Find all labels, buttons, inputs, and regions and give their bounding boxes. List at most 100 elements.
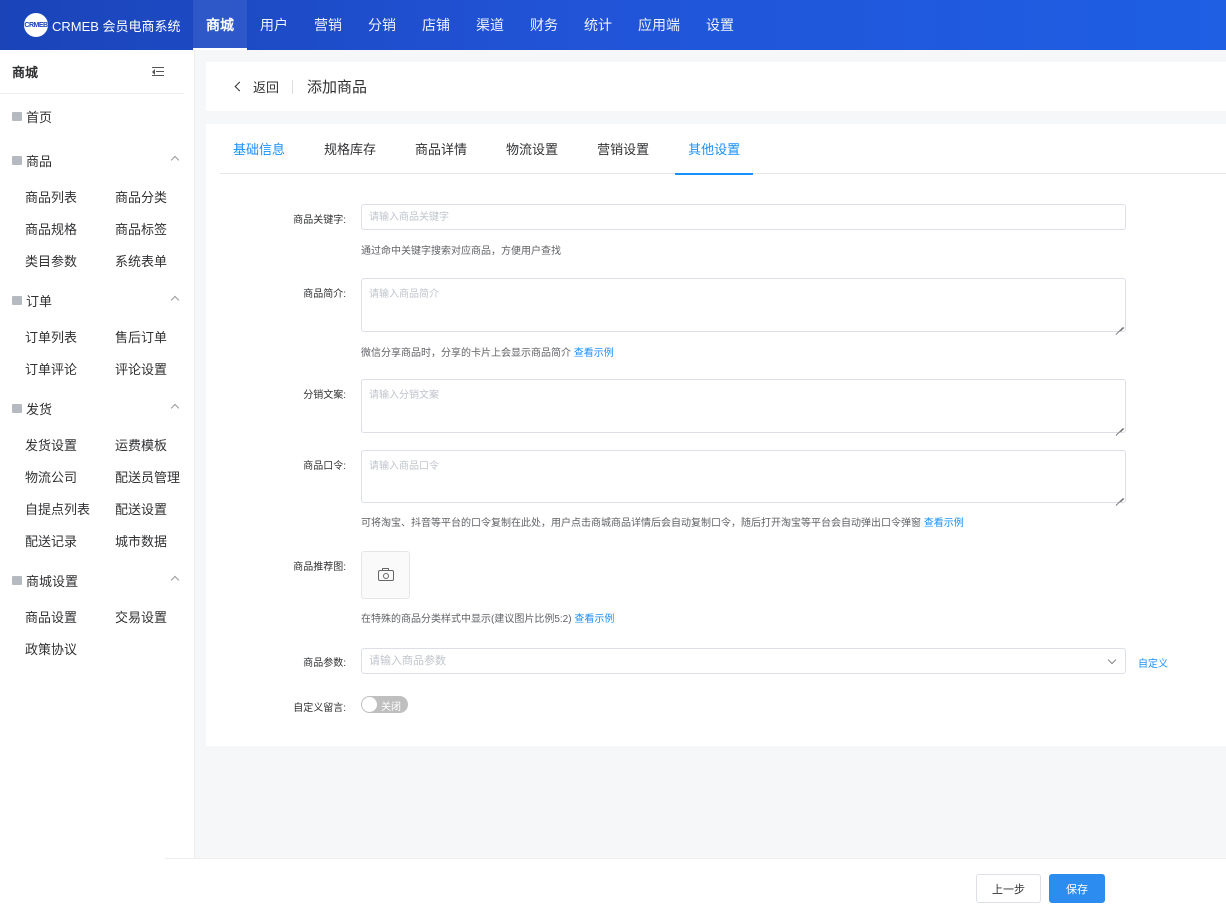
sidebar-item[interactable]: 商品设置 [25, 602, 115, 634]
sidebar-group: 发货 发货设置 运费模板 物流公司 配送员管理 自提点列表 配送设置 配送记录 城市数据 [0, 386, 194, 558]
command-example-link[interactable]: 查看示例 [924, 518, 964, 529]
sidebar-title: 商城 [12, 65, 39, 80]
chevron-up-icon [170, 295, 180, 305]
header-divider [292, 79, 294, 94]
top-navbar: CRMEB CRMEB 会员电商系统 商城 用户 营销 分销 店铺 渠道 财务 统计 应用端 设置 [0, 0, 1226, 50]
form-tab[interactable]: 物流设置 [493, 124, 571, 174]
keyword-input[interactable] [361, 204, 1126, 230]
brand-name: CRMEB 会员电商系统 [52, 18, 181, 34]
chevron-left-icon [234, 81, 245, 92]
image-upload-button[interactable] [361, 551, 410, 599]
command-textarea[interactable] [361, 450, 1126, 503]
top-nav-item[interactable]: 应用端 [625, 0, 693, 50]
command-hint: 可将淘宝、抖音等平台的口令复制在此处，用户点击商城商品详情后会自动复制口令，随后… [361, 518, 964, 529]
intro-textarea[interactable] [361, 278, 1126, 332]
sidebar-item[interactable]: 城市数据 [115, 526, 205, 558]
top-nav-item[interactable]: 分销 [355, 0, 409, 50]
custom-message-switch[interactable]: 关闭 [361, 696, 408, 713]
home-icon [12, 111, 22, 121]
top-nav-item[interactable]: 店铺 [409, 0, 463, 50]
sidebar-group-header[interactable]: 订单 [12, 278, 194, 322]
back-button[interactable]: 返回 [234, 77, 279, 96]
custom-params-link[interactable]: 自定义 [1138, 655, 1168, 670]
share-copy-textarea[interactable] [361, 379, 1126, 433]
sidebar-group: 商品 商品列表 商品分类 商品规格 商品标签 类目参数 系统表单 [0, 138, 194, 278]
sidebar-item[interactable]: 订单列表 [25, 322, 115, 354]
crmeb-logo-icon: CRMEB [24, 13, 48, 37]
sidebar-item[interactable]: 类目参数 [25, 246, 115, 278]
sidebar-item[interactable]: 系统表单 [115, 246, 205, 278]
intro-hint: 微信分享商品时，分享的卡片上会显示商品简介 查看示例 [361, 348, 614, 359]
sidebar-item[interactable]: 订单评论 [25, 354, 115, 386]
recommend-image-example-link[interactable]: 查看示例 [574, 614, 614, 625]
form-tab[interactable]: 规格库存 [311, 124, 389, 174]
intro-example-link[interactable]: 查看示例 [574, 348, 614, 359]
share-copy-label: 分销文案: [303, 390, 346, 401]
switch-text: 关闭 [381, 702, 401, 713]
page-title: 添加商品 [307, 79, 368, 96]
prev-step-button[interactable]: 上一步 [976, 874, 1041, 903]
sidebar-item[interactable]: 政策协议 [25, 634, 115, 666]
form-tab[interactable]: 营销设置 [584, 124, 662, 174]
sidebar-item[interactable]: 交易设置 [115, 602, 205, 634]
top-nav-item[interactable]: 营销 [301, 0, 355, 50]
params-label: 商品参数: [303, 658, 346, 669]
menu-collapse-icon[interactable] [152, 66, 164, 77]
sidebar-item[interactable]: 商品列表 [25, 182, 115, 214]
menu-group-icon [12, 155, 22, 165]
params-select-placeholder: 请输入商品参数 [369, 655, 446, 667]
top-nav-item[interactable]: 商城 [193, 0, 247, 50]
params-select[interactable]: 请输入商品参数 [361, 648, 1126, 674]
form-tab[interactable]: 商品详情 [402, 124, 480, 174]
sidebar-group-header[interactable]: 商城设置 [12, 558, 194, 602]
intro-label: 商品简介: [303, 289, 346, 300]
menu-group-icon [12, 403, 22, 413]
sidebar-item[interactable]: 自提点列表 [25, 494, 115, 526]
chevron-up-icon [170, 403, 180, 413]
sidebar-item[interactable]: 物流公司 [25, 462, 115, 494]
keyword-hint: 通过命中关键字搜索对应商品，方便用户查找 [361, 246, 561, 257]
sidebar-item[interactable]: 评论设置 [115, 354, 205, 386]
sidebar-group: 订单 订单列表 售后订单 订单评论 评论设置 [0, 278, 194, 386]
sidebar-item[interactable]: 商品标签 [115, 214, 205, 246]
form-tab[interactable]: 其他设置 [675, 124, 754, 175]
top-nav-item[interactable]: 财务 [517, 0, 571, 50]
sidebar-item[interactable]: 发货设置 [25, 430, 115, 462]
switch-knob [362, 697, 377, 712]
custom-message-label: 自定义留言: [293, 703, 346, 714]
chevron-down-icon [1107, 655, 1117, 665]
sidebar-item[interactable]: 售后订单 [115, 322, 205, 354]
sidebar-item[interactable]: 运费模板 [115, 430, 205, 462]
sidebar-item[interactable]: 配送设置 [115, 494, 205, 526]
sidebar-header: 商城 [0, 50, 184, 94]
sidebar-group: 商城设置 商品设置 交易设置 政策协议 [0, 558, 194, 666]
form-tabs: 基础信息 规格库存 商品详情 物流设置 营销设置 其他设置 [220, 124, 1226, 175]
top-nav-item[interactable]: 渠道 [463, 0, 517, 50]
sidebar-group-header[interactable]: 发货 [12, 386, 194, 430]
save-button[interactable]: 保存 [1049, 874, 1105, 903]
sidebar-item[interactable]: 配送员管理 [115, 462, 205, 494]
chevron-up-icon [170, 155, 180, 165]
sidebar-item[interactable]: 商品规格 [25, 214, 115, 246]
keyword-label: 商品关键字: [293, 215, 346, 226]
top-nav-item[interactable]: 设置 [693, 0, 747, 50]
sidebar-item[interactable]: 配送记录 [25, 526, 115, 558]
recommend-image-label: 商品推荐图: [293, 562, 346, 573]
recommend-image-hint: 在特殊的商品分类样式中显示(建议图片比例5:2) 查看示例 [361, 614, 615, 625]
footer-bar: 上一步 保存 [165, 858, 1226, 909]
top-nav-item[interactable]: 用户 [247, 0, 301, 50]
form-card: 基础信息规格库存商品详情物流设置营销设置其他设置 商品关键字: 通过命中关键字搜… [206, 124, 1226, 746]
menu-group-icon [12, 295, 22, 305]
brand-logo[interactable]: CRMEB CRMEB 会员电商系统 [0, 0, 193, 50]
top-nav-item[interactable]: 统计 [571, 0, 625, 50]
chevron-up-icon [170, 575, 180, 585]
sidebar-item[interactable]: 商品分类 [115, 182, 205, 214]
form-tab[interactable]: 基础信息 [220, 124, 298, 174]
camera-icon [377, 567, 394, 581]
sidebar-item-home[interactable]: 首页 [12, 94, 194, 138]
page-header: 返回 添加商品 [206, 62, 1226, 111]
menu-group-icon [12, 575, 22, 585]
sidebar: 商城 首页 商品 商品列表 商品分类 商品规格 商品标签 类目参数 系统表单 订单 订单列表 售后… [0, 50, 195, 909]
sidebar-group-header[interactable]: 商品 [12, 138, 194, 182]
top-nav-menu: 商城 用户 营销 分销 店铺 渠道 财务 统计 应用端 设置 [193, 0, 747, 50]
